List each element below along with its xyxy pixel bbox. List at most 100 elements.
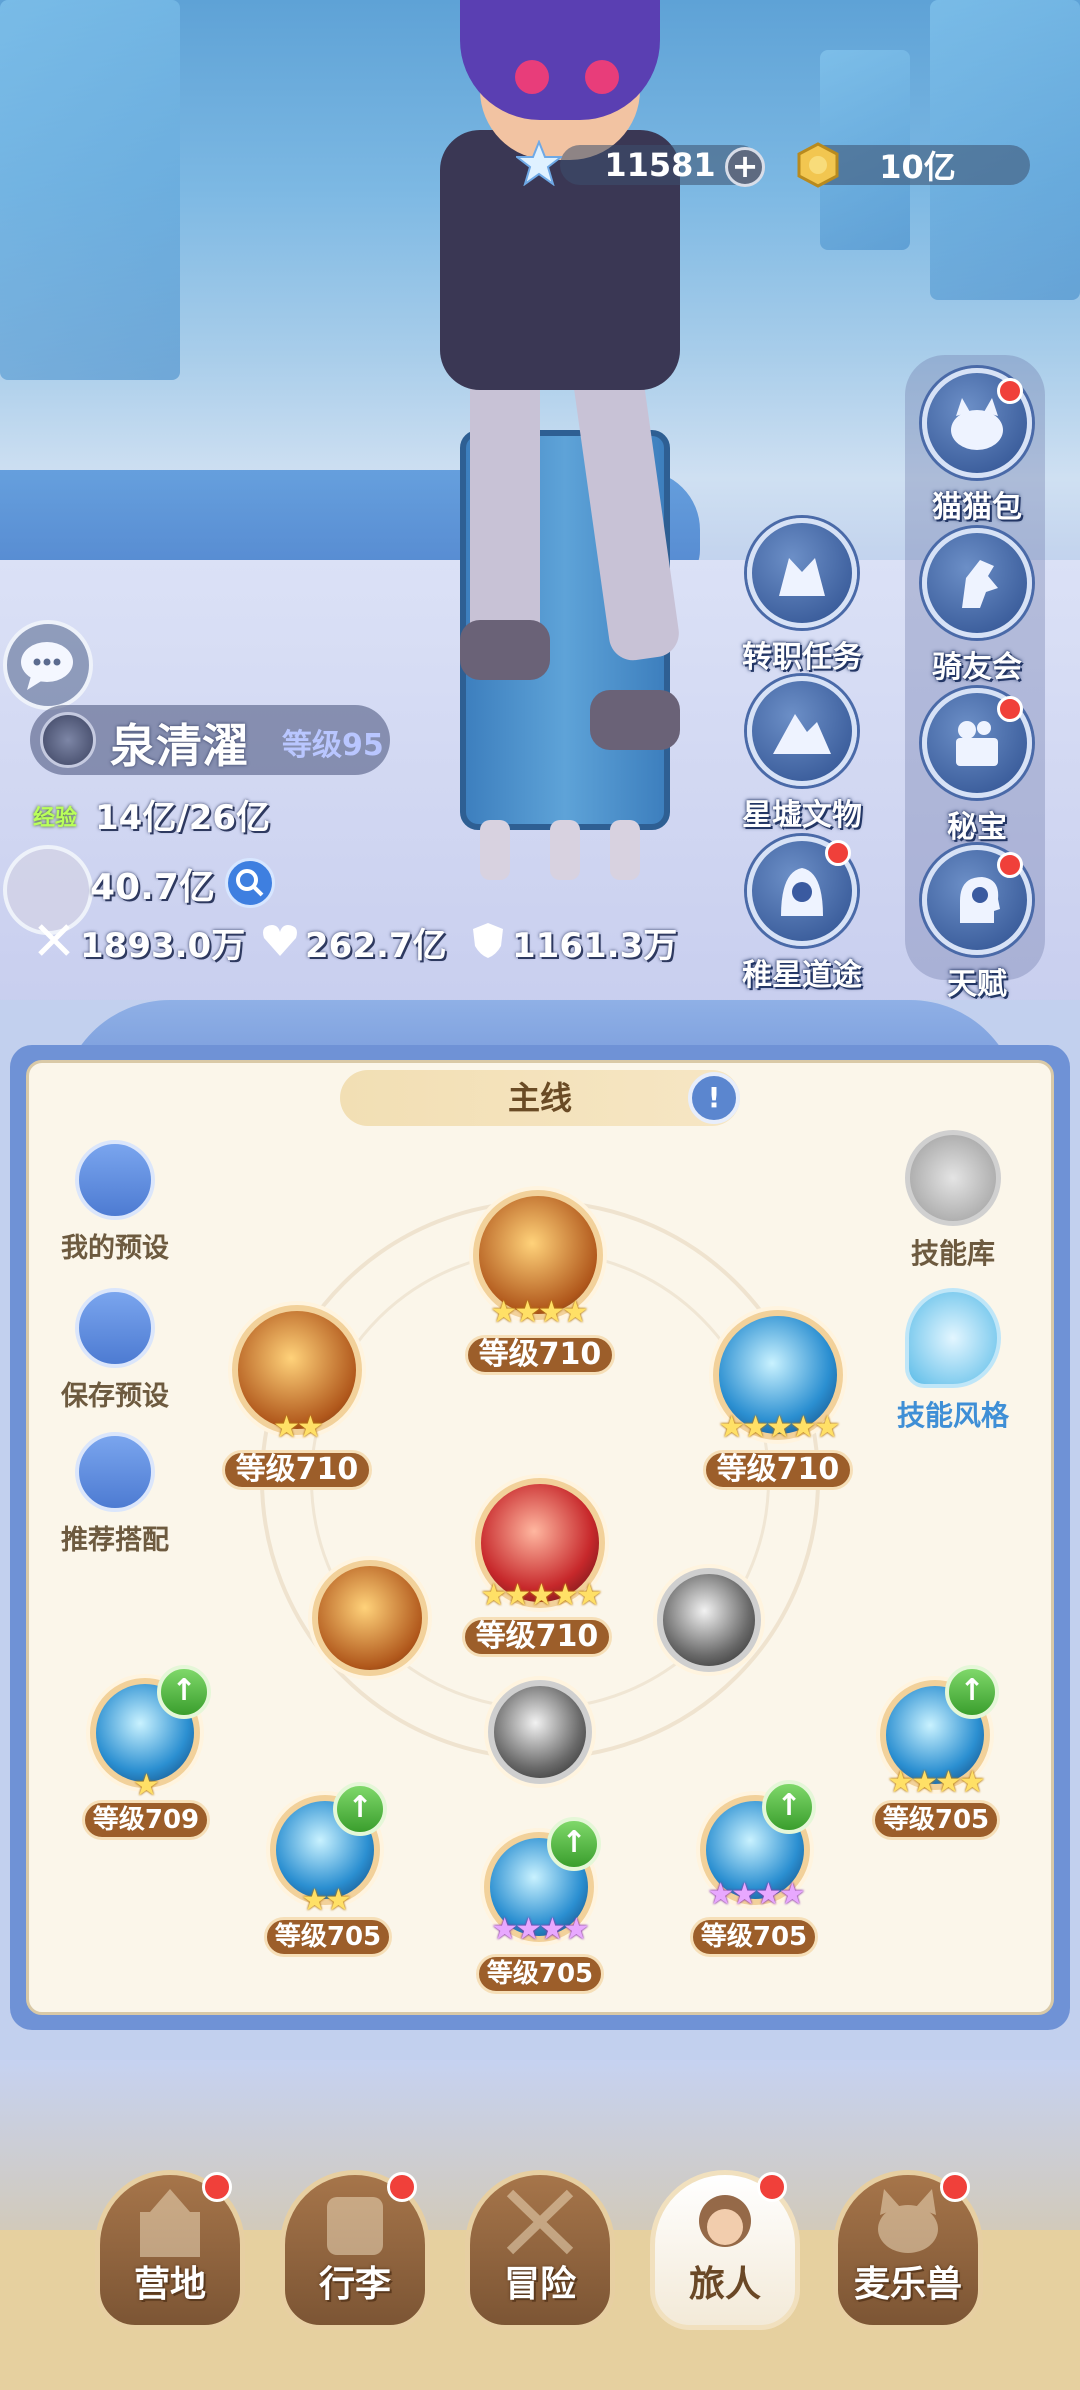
cat-bag-button[interactable]: 猫猫包 (902, 368, 1052, 526)
skill-library-button[interactable]: 技能库 (868, 1130, 1038, 1272)
skill-row-4-level: 等级705 (690, 1917, 818, 1957)
skill-top-level: 等级710 (465, 1335, 615, 1375)
skill-row-2-level: 等级705 (264, 1917, 392, 1957)
skill-style-label: 技能风格 (896, 1399, 1009, 1432)
power-detail-button[interactable] (225, 858, 275, 908)
preset-cards-icon (75, 1140, 155, 1220)
skill-upper-right-level: 等级710 (703, 1450, 853, 1490)
player-power: 40.7亿 (90, 867, 215, 908)
sword-drop-icon (905, 1288, 1001, 1388)
moon-star-icon (905, 1130, 1001, 1226)
hp-value: 262.7亿 (305, 926, 447, 966)
save-preset-label: 保存预设 (61, 1381, 169, 1412)
nav-luggage-label: 行李 (318, 2264, 391, 2305)
search-icon (236, 869, 264, 897)
skill-upper-left-stars: ★★ (273, 1410, 324, 1445)
star-crystal-icon (516, 140, 562, 186)
add-currency-button[interactable]: + (725, 147, 765, 187)
recommended-build-label: 推荐搭配 (61, 1525, 169, 1556)
heart-icon (263, 925, 297, 956)
nav-pet-label: 麦乐兽 (853, 2264, 962, 2305)
attack-swords-icon (38, 924, 70, 956)
rider-club-label: 骑友会 (932, 650, 1022, 685)
player-exp: 14亿/26亿 (95, 798, 271, 838)
tab-main-line[interactable]: 主线 (340, 1070, 740, 1126)
nav-traveler-badge (757, 2172, 787, 2202)
skill-row-4-upgrade-icon[interactable]: ↑ (762, 1780, 816, 1834)
nav-adventure[interactable]: 冒险 (465, 2170, 615, 2330)
recommend-icon (75, 1432, 155, 1512)
treasure-badge (997, 696, 1023, 722)
rider-club-button[interactable]: 骑友会 (902, 528, 1052, 686)
horse-icon (962, 560, 998, 608)
talent-badge (997, 852, 1023, 878)
skill-upper-right[interactable]: ★★★★★ (713, 1310, 843, 1445)
my-preset-button[interactable]: 我的预设 (45, 1140, 185, 1265)
attack-value: 1893.0万 (80, 926, 246, 966)
skill-slot-left[interactable] (312, 1560, 428, 1676)
skill-top[interactable]: ★★★★ (473, 1190, 603, 1330)
exp-tag: 经验 (33, 806, 78, 831)
skill-row-5-upgrade-icon[interactable]: ↑ (945, 1665, 999, 1719)
skill-top-stars: ★★★★ (490, 1295, 589, 1330)
star-relic-label: 星墟文物 (742, 798, 862, 833)
my-preset-label: 我的预设 (61, 1233, 169, 1264)
skill-row-1-upgrade-icon[interactable]: ↑ (157, 1665, 211, 1719)
cat-bag-badge (997, 378, 1023, 404)
skill-upper-right-stars: ★★★★★ (718, 1410, 840, 1445)
skill-row-5-stars: ★★★★ (887, 1765, 986, 1800)
skill-row-4-stars: ★★★★ (707, 1877, 806, 1912)
skill-center-level: 等级710 (462, 1617, 612, 1657)
traveler-portrait-icon (699, 2195, 751, 2247)
skill-center-stars: ★★★★★ (480, 1578, 602, 1613)
skill-row-1-stars: ★ (133, 1768, 160, 1803)
skill-center[interactable]: ★★★★★ (475, 1478, 605, 1613)
skill-row-2-stars: ★★ (301, 1883, 352, 1918)
skill-library-label: 技能库 (910, 1237, 995, 1270)
tab-info-icon[interactable]: ! (688, 1072, 740, 1124)
class-change-quest-button[interactable]: 转职任务 (727, 518, 877, 676)
hooded-figure-icon (781, 868, 823, 916)
gold-coin-icon (797, 142, 839, 188)
skill-slot-bottom[interactable] (488, 1680, 592, 1784)
nav-camp-label: 营地 (133, 2264, 206, 2305)
player-level: 等级95 (282, 728, 384, 763)
skill-upper-left[interactable]: ★★ (232, 1305, 362, 1445)
save-preset-button[interactable]: 保存预设 (45, 1288, 185, 1413)
castle-icon (140, 2189, 200, 2257)
star-path-label: 稚星道途 (742, 958, 862, 993)
nav-adventure-label: 冒险 (503, 2264, 576, 2305)
crossed-swords-icon (506, 2189, 574, 2255)
nav-camp-badge (202, 2172, 232, 2202)
recommended-build-button[interactable]: 推荐搭配 (45, 1432, 185, 1557)
skill-row-2-upgrade-icon[interactable]: ↑ (333, 1782, 387, 1836)
shield-icon (473, 923, 503, 958)
rank-emblem-icon (40, 712, 96, 768)
defense-value: 1161.3万 (512, 926, 678, 966)
backpack-icon (327, 2197, 383, 2255)
chat-button[interactable] (3, 620, 93, 710)
skill-slot-right[interactable] (657, 1568, 761, 1672)
skill-row-3-upgrade-icon[interactable]: ↑ (547, 1817, 601, 1871)
skill-style-button[interactable]: 技能风格 (868, 1288, 1038, 1434)
gold-currency-value: 10亿 (879, 148, 956, 186)
nav-traveler-label: 旅人 (688, 2264, 761, 2305)
player-name: 泉清濯 (110, 719, 248, 773)
treasure-label: 秘宝 (947, 810, 1007, 845)
skill-row-5-level: 等级705 (872, 1800, 1000, 1840)
skill-upper-left-level: 等级710 (222, 1450, 372, 1490)
skill-row-1-level: 等级709 (82, 1800, 210, 1840)
cat-face-icon (878, 2189, 938, 2253)
star-path-button[interactable]: 稚星道途 (727, 836, 877, 994)
star-path-badge (825, 840, 851, 866)
treasure-button[interactable]: 秘宝 (902, 688, 1052, 846)
skill-row-3-level: 等级705 (476, 1954, 604, 1994)
player-character (420, 0, 720, 890)
nav-luggage-badge (387, 2172, 417, 2202)
cat-bag-label: 猫猫包 (932, 490, 1022, 525)
skill-row-3-stars: ★★★★ (491, 1912, 590, 1947)
talent-button[interactable]: 天赋 (902, 845, 1052, 1003)
star-relic-button[interactable]: 星墟文物 (727, 676, 877, 834)
nav-pet-badge (940, 2172, 970, 2202)
chat-bubble-icon (21, 642, 73, 690)
